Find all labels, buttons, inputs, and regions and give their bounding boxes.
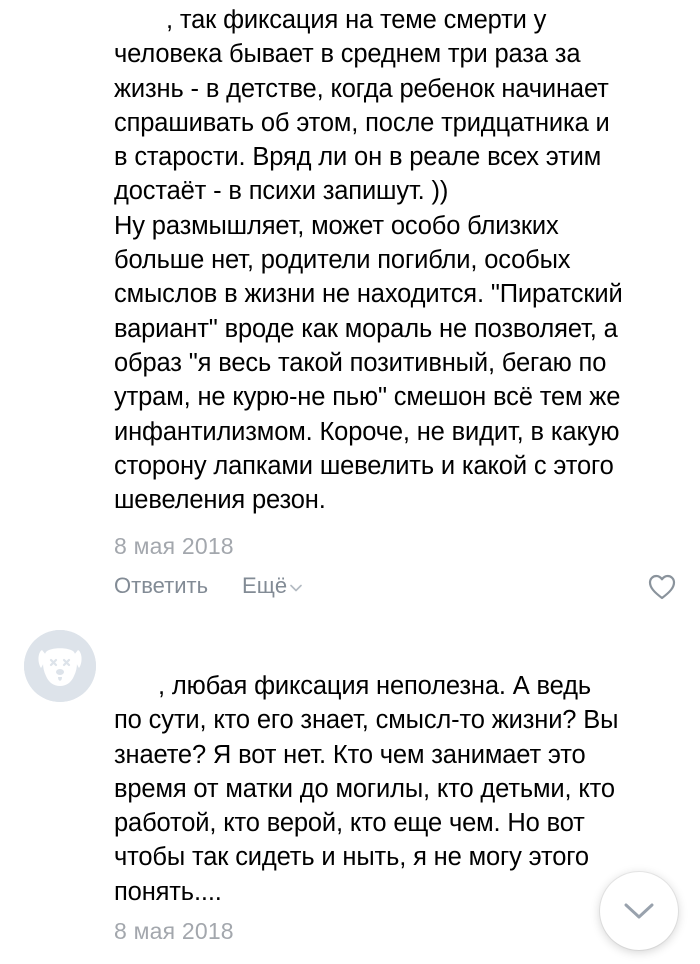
- comment-line: понять....: [114, 877, 222, 906]
- comment-line: утрам, не курю-не пью" смешон всё тем же: [114, 383, 621, 412]
- comment-line: больше нет, родители погибли, особых: [114, 246, 571, 275]
- comment-line: спрашивать об этом, после тридцатника и: [114, 108, 610, 137]
- comment-line: смыслов в жизни не находится. "Пиратский: [114, 280, 623, 309]
- comment-line: время от матки до могилы, кто детьми, кт…: [114, 774, 615, 803]
- more-button[interactable]: Ещё: [242, 573, 302, 599]
- comment-line: достаёт - в психи запишут. )): [114, 177, 449, 206]
- comment-line: , любая фиксация неполезна. А ведь: [114, 669, 682, 703]
- comment-line: , так фиксация на теме смерти у: [114, 3, 682, 37]
- heart-outline-icon[interactable]: [648, 574, 676, 600]
- redacted-mention: [114, 675, 158, 697]
- scroll-down-button[interactable]: [600, 872, 678, 950]
- comment-line: жизнь - в детстве, когда ребенок начинае…: [114, 74, 609, 103]
- comment-line: чтобы так сидеть и ныть, я не могу этого: [114, 843, 589, 872]
- comment-text: , так фиксация на теме смерти у человека…: [114, 3, 682, 517]
- comment: , так фиксация на теме смерти у человека…: [0, 0, 700, 612]
- comment-line: по сути, кто его знает, смысл-то жизни? …: [114, 706, 619, 735]
- comment-date: 8 мая 2018: [114, 918, 234, 944]
- comment-line: сторону лапками шевелить и какой с этого: [114, 451, 614, 480]
- chevron-down-icon: [290, 584, 302, 591]
- comment-date: 8 мая 2018: [114, 533, 234, 559]
- redacted-mention: [114, 6, 166, 28]
- comment: , любая фиксация неполезна. А ведь по су…: [0, 612, 700, 964]
- avatar[interactable]: [24, 630, 96, 702]
- reply-button[interactable]: Ответить: [114, 573, 208, 599]
- comment-text: , любая фиксация неполезна. А ведь по су…: [114, 669, 682, 909]
- comment-line: инфантилизмом. Короче, не видит, в какую: [114, 417, 620, 446]
- more-label: Ещё: [242, 573, 288, 598]
- comment-line: образ "я весь такой позитивный, бегаю по: [114, 348, 607, 377]
- comment-line: знаете? Я вот нет. Кто чем занимает это: [114, 740, 586, 769]
- comment-line: вариант" вроде как мораль не позволяет, …: [114, 314, 618, 343]
- comment-line: Ну размышляет, может особо близких: [114, 211, 559, 240]
- deactivated-dog-icon: [24, 630, 96, 702]
- comment-line: человека бывает в среднем три раза за: [114, 40, 581, 69]
- chevron-down-icon: [624, 903, 654, 919]
- comment-line: в старости. Вряд ли он в реале всех этим: [114, 143, 602, 172]
- comment-line: работой, кто верой, кто еще чем. Но вот: [114, 809, 585, 838]
- comment-line: шевеления резон.: [114, 486, 326, 515]
- comment-actions: Ответить Ещё: [114, 573, 302, 599]
- comments-page: , так фиксация на теме смерти у человека…: [0, 0, 700, 964]
